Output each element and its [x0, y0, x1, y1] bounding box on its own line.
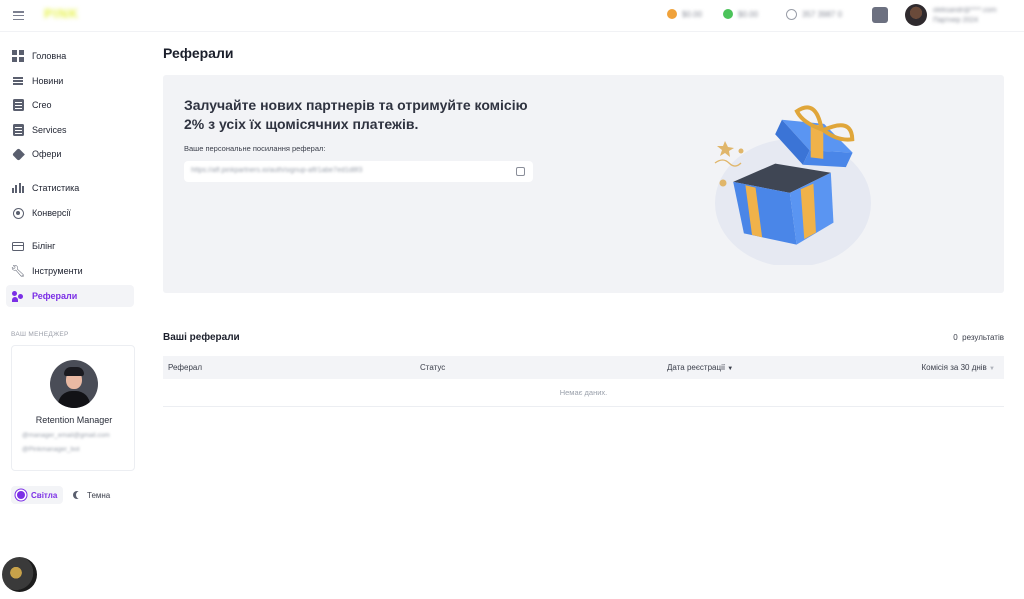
sidebar-item-label: Білінг	[32, 241, 56, 251]
document-icon	[12, 124, 24, 136]
sun-icon	[17, 491, 25, 499]
sidebar-item-label: Головна	[32, 51, 67, 61]
copy-icon[interactable]	[516, 167, 525, 176]
theme-light-label: Світла	[31, 490, 58, 500]
money-icon	[723, 9, 733, 19]
user-info[interactable]: oleksandr@****.com Партнер 2024	[933, 6, 997, 26]
clock-icon	[786, 9, 797, 20]
page-title: Реферали	[163, 45, 234, 61]
sidebar-item-statistics[interactable]: Статистика	[6, 177, 134, 199]
sort-icon: ▼	[989, 366, 995, 372]
manager-name: Retention Manager	[35, 415, 113, 425]
sidebar-item-label: Новини	[32, 76, 64, 86]
target-icon	[12, 207, 24, 219]
results-count: 0 результатів	[953, 333, 1004, 342]
referral-link-value: https://aff.pinkpartners.io/auth/signup-…	[191, 167, 363, 174]
manager-section-title: ВАШ МЕНЕДЖЕР	[11, 331, 69, 338]
table-empty-state: Немає даних.	[163, 379, 1004, 407]
news-icon	[12, 75, 24, 87]
bar-chart-icon	[11, 182, 25, 194]
dashboard-icon	[12, 50, 24, 62]
sidebar-item-offers[interactable]: Офери	[6, 143, 134, 165]
user-name: oleksandr@****.com	[933, 7, 997, 14]
manager-email[interactable]: @manager_email@gmail.com	[22, 432, 126, 439]
sidebar-item-label: Офери	[32, 149, 62, 159]
referral-link-field[interactable]: https://aff.pinkpartners.io/auth/signup-…	[184, 161, 533, 182]
sidebar-item-label: Статистика	[32, 183, 80, 193]
menu-icon[interactable]	[13, 11, 24, 20]
column-registration-date[interactable]: Дата реєстрації ▼	[667, 363, 733, 372]
notifications-icon[interactable]	[872, 7, 888, 23]
earnings-stat[interactable]: $0.00	[723, 9, 758, 19]
wrench-icon: 🔧︎	[10, 264, 26, 278]
sidebar-item-label: Конверсії	[32, 208, 71, 218]
banner-heading: Залучайте нових партнерів та отримуйте к…	[184, 97, 528, 132]
coin-icon	[667, 9, 677, 19]
logo[interactable]: PINK	[44, 6, 86, 22]
moon-icon	[73, 491, 81, 499]
column-referral[interactable]: Реферал	[168, 363, 202, 372]
sidebar-item-label: Інструменти	[32, 266, 83, 276]
column-commission-label: Комісія за 30 днів	[921, 363, 987, 372]
column-status[interactable]: Статус	[420, 363, 445, 372]
sidebar-item-billing[interactable]: Білінг	[6, 235, 134, 257]
support-phone[interactable]: 357 3987 0	[786, 9, 842, 20]
sidebar-item-tools[interactable]: 🔧︎ Інструменти	[6, 260, 134, 282]
document-icon	[12, 99, 24, 111]
referral-icon	[12, 290, 24, 302]
top-bar: PINK $0.00 $0.00 357 3987 0 oleksandr@**…	[0, 0, 1024, 32]
manager-telegram[interactable]: @Pinkmanager_bot	[22, 446, 126, 453]
manager-avatar	[50, 360, 98, 408]
column-commission-30-days[interactable]: Комісія за 30 днів ▼	[922, 363, 995, 372]
sort-desc-icon: ▼	[727, 366, 734, 372]
theme-dark-button[interactable]: Темна	[67, 486, 116, 504]
manager-card: Retention Manager @manager_email@gmail.c…	[11, 345, 135, 471]
theme-dark-label: Темна	[87, 490, 111, 500]
column-registration-date-label: Дата реєстрації	[667, 363, 726, 372]
sidebar-item-label: Creo	[32, 100, 52, 110]
referrals-section-title: Ваші реферали	[163, 332, 240, 343]
gift-box-illustration	[714, 105, 871, 265]
tag-icon	[11, 147, 25, 161]
sidebar-item-conversions[interactable]: Конверсії	[6, 202, 134, 224]
user-role: Партнер 2024	[933, 17, 979, 24]
referral-link-label: Ваше персональне посилання реферал:	[184, 144, 326, 153]
results-label: результатів	[962, 333, 1004, 342]
results-number: 0	[953, 333, 958, 342]
sidebar-item-label: Реферали	[32, 291, 78, 301]
sidebar-item-creo[interactable]: Creo	[6, 94, 134, 116]
theme-light-button[interactable]: Світла	[11, 486, 64, 504]
referrals-table-header: Реферал Статус Дата реєстрації ▼ Комісія…	[163, 356, 1004, 379]
referral-banner: Залучайте нових партнерів та отримуйте к…	[163, 75, 1004, 293]
credit-card-icon	[12, 240, 24, 252]
sidebar-item-services[interactable]: Services	[6, 119, 134, 141]
balance-stat[interactable]: $0.00	[667, 9, 702, 19]
sidebar-item-label: Services	[32, 125, 67, 135]
sidebar-item-referrals[interactable]: Реферали	[6, 285, 134, 307]
user-avatar[interactable]	[905, 4, 927, 26]
sidebar: Головна Новини Creo Services Офери Стати…	[0, 32, 145, 599]
sidebar-item-home[interactable]: Головна	[6, 45, 134, 67]
sidebar-item-news[interactable]: Новини	[6, 70, 134, 92]
support-chat-avatar[interactable]	[2, 557, 37, 592]
